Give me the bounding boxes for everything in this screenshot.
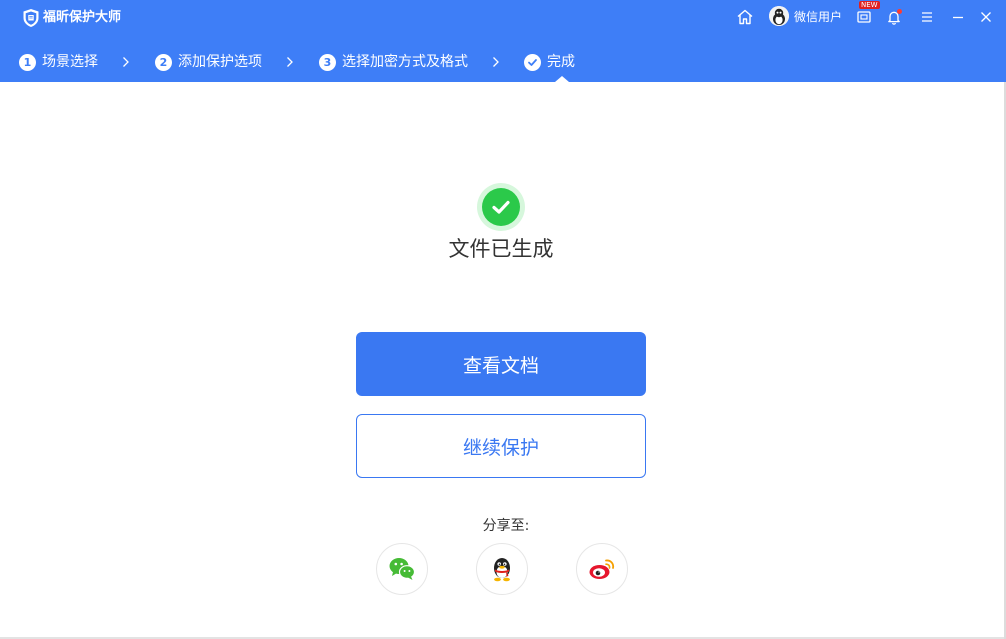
new-badge: NEW [859, 1, 880, 9]
step-label: 场景选择 [42, 54, 98, 70]
step-scene-select[interactable]: 1 场景选择 [19, 53, 98, 71]
active-step-pointer [555, 76, 569, 82]
close-icon[interactable] [976, 7, 996, 27]
avatar[interactable] [769, 6, 789, 26]
step-navigation: 1 场景选择 2 添加保护选项 3 选择加密方式及格式 完成 [0, 44, 1006, 80]
step-number: 3 [319, 53, 336, 71]
chevron-right-icon [121, 54, 131, 70]
app-header: 福昕保护大师 微信用户 NEW 1 场景选择 2 添加保护选项 3 选择加密方式… [0, 0, 1006, 82]
username-label[interactable]: 微信用户 [794, 10, 842, 24]
chevron-right-icon [491, 54, 501, 70]
share-label: 分享至: [482, 518, 530, 534]
home-icon[interactable] [735, 7, 755, 27]
step-number: 2 [155, 53, 172, 71]
step-label: 完成 [547, 54, 575, 70]
qq-icon[interactable] [476, 543, 528, 595]
check-circle-icon [524, 53, 541, 71]
step-label: 添加保护选项 [178, 54, 262, 70]
step-number: 1 [19, 53, 36, 71]
result-title: 文件已生成 [448, 237, 554, 261]
view-document-button[interactable]: 查看文档 [356, 332, 646, 396]
menu-icon[interactable] [917, 7, 937, 27]
minimize-icon[interactable] [948, 7, 968, 27]
continue-protect-button[interactable]: 继续保护 [356, 414, 646, 478]
app-title: 福昕保护大师 [43, 10, 122, 25]
success-check-icon [477, 183, 525, 231]
step-label: 选择加密方式及格式 [342, 54, 468, 70]
step-add-protection[interactable]: 2 添加保护选项 [155, 53, 262, 71]
weibo-icon[interactable] [576, 543, 628, 595]
chevron-right-icon [285, 54, 295, 70]
promo-screen-icon[interactable] [854, 7, 874, 27]
title-bar: 福昕保护大师 微信用户 NEW [0, 0, 1006, 36]
step-encryption-format[interactable]: 3 选择加密方式及格式 [319, 53, 468, 71]
wechat-icon[interactable] [376, 543, 428, 595]
notification-dot [897, 9, 902, 14]
step-complete[interactable]: 完成 [524, 53, 575, 71]
shield-logo-icon [22, 8, 40, 28]
